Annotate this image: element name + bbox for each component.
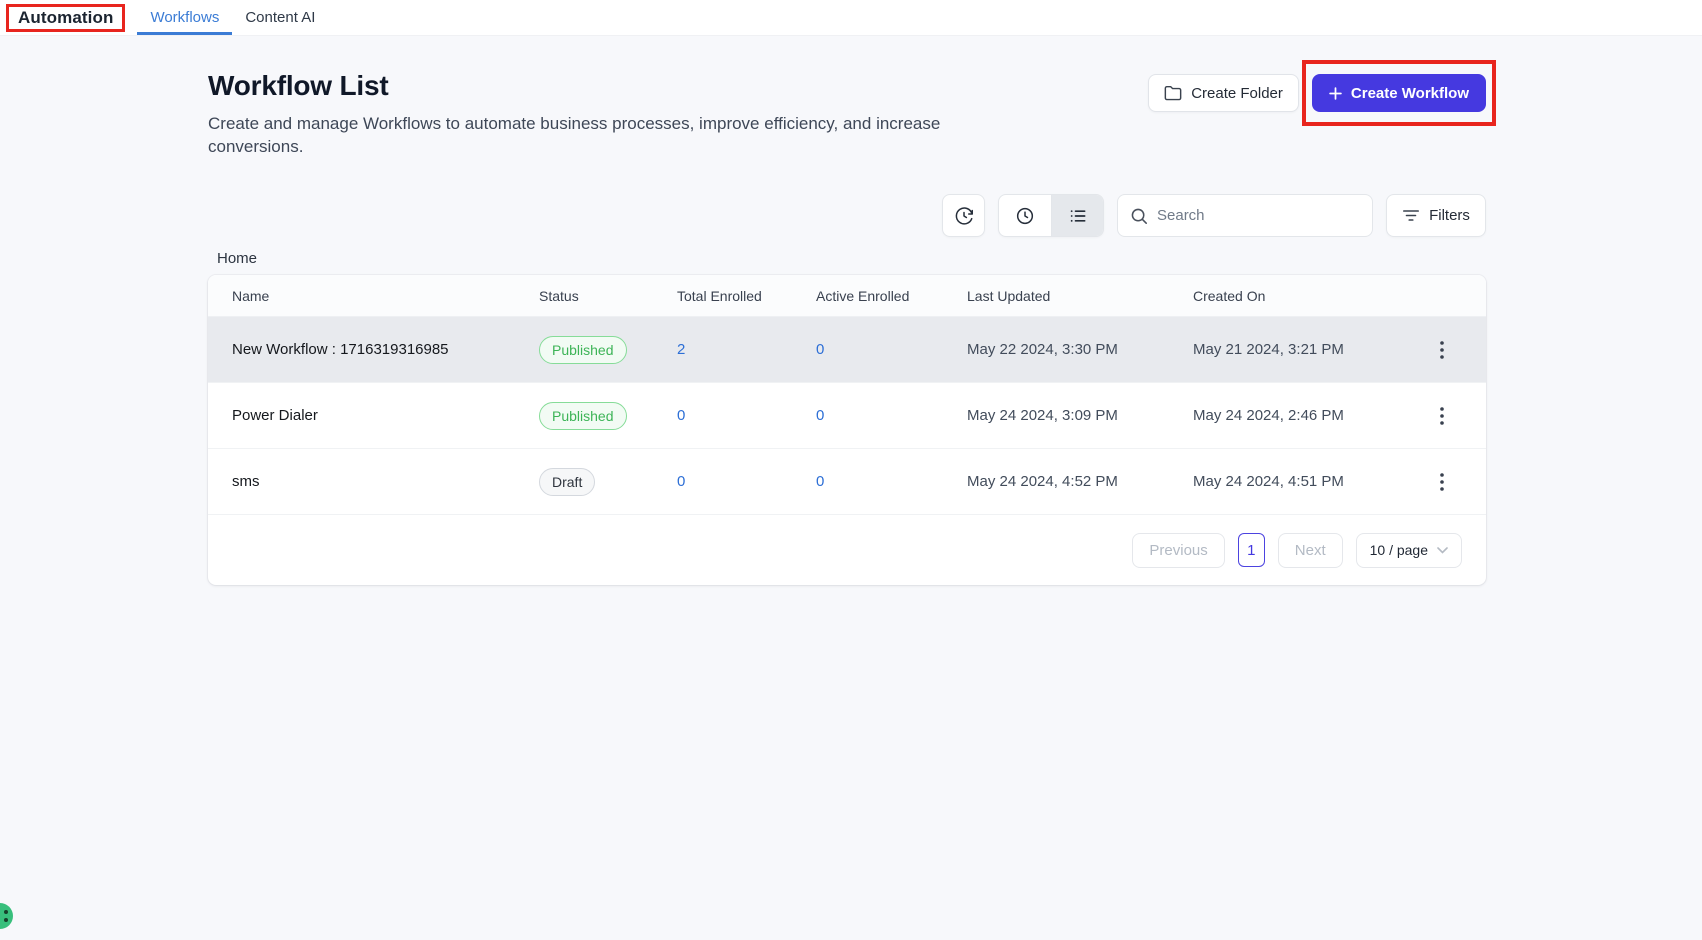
created-on-value: May 21 2024, 3:21 PM (1193, 341, 1344, 358)
tab-content-ai[interactable]: Content AI (232, 0, 328, 35)
column-header-name: Name (232, 287, 270, 304)
last-updated-value: May 24 2024, 3:09 PM (967, 407, 1118, 424)
header-actions: Create Folder Create Workflow (1148, 60, 1496, 158)
last-updated-value: May 22 2024, 3:30 PM (967, 341, 1118, 358)
created-on-value: May 24 2024, 4:51 PM (1193, 473, 1344, 490)
kebab-menu-icon[interactable] (1432, 403, 1452, 429)
history-view-button[interactable] (999, 195, 1051, 236)
view-toggle-group (998, 194, 1104, 237)
top-navigation: Automation Workflows Content AI (0, 0, 1702, 36)
total-enrolled-link[interactable]: 2 (677, 341, 816, 358)
history-icon (954, 206, 974, 226)
page-header: Workflow List Create and manage Workflow… (208, 60, 1496, 158)
workflow-name[interactable]: Power Dialer (232, 407, 539, 424)
status-cell: Published (539, 335, 677, 364)
table-row[interactable]: Power Dialer Published 0 0 May 24 2024, … (208, 383, 1486, 449)
chat-widget[interactable] (0, 903, 13, 929)
folder-icon (1164, 85, 1182, 101)
create-workflow-annotation-box: Create Workflow (1301, 60, 1496, 126)
create-folder-button[interactable]: Create Folder (1148, 74, 1299, 112)
list-view-icon (1068, 206, 1088, 226)
column-header-active-enrolled: Active Enrolled (816, 287, 910, 304)
create-folder-label: Create Folder (1191, 84, 1283, 102)
status-cell: Draft (539, 467, 677, 496)
automation-annotation-box: Automation (6, 3, 126, 32)
automation-menu-label[interactable]: Automation (18, 8, 113, 28)
filter-icon (1402, 208, 1420, 223)
workflow-table: Name Status Total Enrolled Active Enrolled L… (208, 275, 1486, 585)
status-badge: Draft (539, 467, 596, 496)
kebab-menu-icon[interactable] (1432, 337, 1452, 363)
column-header-status: Status (539, 287, 579, 304)
status-badge: Published (539, 335, 627, 364)
actions-cell (1414, 469, 1470, 495)
column-header-last-updated: Last Updated (967, 287, 1051, 304)
active-enrolled-link[interactable]: 0 (816, 473, 967, 490)
clock-icon (1015, 206, 1035, 226)
column-header-total-enrolled: Total Enrolled (677, 287, 762, 304)
actions-cell (1414, 337, 1470, 363)
total-enrolled-link[interactable]: 0 (677, 473, 816, 490)
page-title: Workflow List (208, 70, 389, 101)
create-workflow-button[interactable]: Create Workflow (1311, 74, 1486, 112)
table-row[interactable]: sms Draft 0 0 May 24 2024, 4:52 PM May 2… (208, 449, 1486, 515)
title-block: Workflow List Create and manage Workflow… (208, 70, 953, 158)
list-view-button[interactable] (1051, 195, 1103, 236)
total-enrolled-link[interactable]: 0 (677, 407, 816, 424)
tab-workflows[interactable]: Workflows (137, 0, 232, 35)
page-size-value: 10 / page (1369, 542, 1428, 558)
next-page-button[interactable]: Next (1277, 532, 1343, 568)
page-size-select[interactable]: 10 / page (1355, 532, 1462, 568)
search-input[interactable] (1157, 207, 1360, 224)
table-row[interactable]: New Workflow : 1716319316985 Published 2… (208, 317, 1486, 383)
previous-page-button[interactable]: Previous (1132, 532, 1225, 568)
status-cell: Published (539, 401, 677, 430)
search-icon (1130, 207, 1148, 225)
actions-cell (1414, 403, 1470, 429)
filters-button[interactable]: Filters (1386, 194, 1486, 237)
pagination: Previous 1 Next 10 / page (208, 515, 1486, 585)
column-header-created-on: Created On (1193, 287, 1266, 304)
current-page-button[interactable]: 1 (1237, 533, 1265, 567)
plus-icon (1329, 86, 1342, 100)
filters-label: Filters (1429, 207, 1470, 224)
page-content: Workflow List Create and manage Workflow… (208, 60, 1496, 585)
nav-tabs: Workflows Content AI (137, 0, 328, 35)
search-box (1117, 194, 1373, 237)
create-workflow-label: Create Workflow (1350, 84, 1469, 102)
last-updated-value: May 24 2024, 4:52 PM (967, 473, 1118, 490)
workflow-name[interactable]: sms (232, 473, 539, 490)
chevron-down-icon (1437, 546, 1448, 554)
page-subtitle: Create and manage Workflows to automate … (208, 114, 941, 156)
active-enrolled-link[interactable]: 0 (816, 341, 967, 358)
kebab-menu-icon[interactable] (1432, 469, 1452, 495)
active-enrolled-link[interactable]: 0 (816, 407, 967, 424)
toolbar: Filters (208, 194, 1486, 237)
table-body: New Workflow : 1716319316985 Published 2… (208, 317, 1486, 515)
created-on-value: May 24 2024, 2:46 PM (1193, 407, 1344, 424)
workflow-name[interactable]: New Workflow : 1716319316985 (232, 341, 539, 358)
breadcrumb[interactable]: Home (217, 250, 1486, 267)
table-header-row: Name Status Total Enrolled Active Enrolled L… (208, 275, 1486, 317)
history-button[interactable] (942, 194, 985, 237)
status-badge: Published (539, 401, 627, 430)
